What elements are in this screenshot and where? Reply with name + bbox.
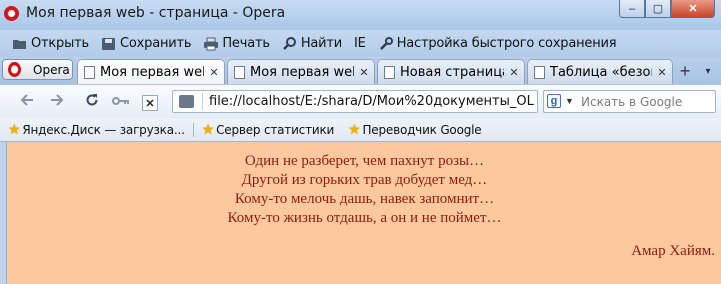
tab-3[interactable]: Новая страница 1 ✕ (377, 59, 525, 84)
bookmark-label: Сервер статистики (216, 122, 335, 137)
opera-logo-icon (8, 62, 21, 77)
star-icon: ★ (348, 121, 361, 138)
poem: Один не разберет, чем пахнут розы… Друго… (7, 152, 721, 228)
key-icon (112, 94, 130, 111)
tab-label: Моя первая web -... (250, 64, 354, 80)
open-label: Открыть (31, 36, 90, 51)
star-icon: ★ (201, 121, 215, 138)
bookmark-stats-server[interactable]: ★ Сервер статистики (201, 121, 335, 138)
reload-button[interactable] (83, 93, 101, 111)
page-icon (234, 65, 245, 79)
bookmark-label: Яндекс.Диск — загрузка... (22, 122, 185, 137)
bookmark-label: Переводчик Google (362, 122, 482, 137)
page-icon (384, 65, 395, 79)
print-button[interactable]: Печать (203, 36, 270, 51)
title-bar: Моя первая web - страница - Opera ‒ ▢ ✕ (0, 0, 721, 30)
quick-save-settings-button[interactable]: Настройка быстрого сохранения (378, 36, 617, 51)
poem-line: Один не разберет, чем пахнут розы… (244, 153, 485, 169)
close-icon[interactable]: ✕ (507, 65, 521, 79)
magnifier-icon (282, 36, 298, 51)
ie-button[interactable]: IE (354, 36, 366, 51)
search-box[interactable]: g ▼ Искать в Google (543, 90, 716, 113)
save-button[interactable]: Сохранить (101, 36, 192, 51)
save-icon (101, 37, 117, 51)
tab-label: Таблица «безопа... (550, 64, 652, 80)
print-label: Печать (222, 36, 270, 51)
tab-list-button[interactable]: ▾ (700, 63, 716, 79)
star-icon: ★ (8, 121, 21, 138)
find-label: Найти (300, 36, 343, 51)
page-icon (534, 65, 545, 79)
quick-toolbar: Открыть Сохранить Печать Найти IE Настро… (0, 30, 721, 57)
printer-icon (203, 37, 219, 51)
wand-button[interactable] (112, 93, 130, 111)
arrow-left-icon (19, 93, 35, 111)
window-title: Моя первая web - страница - Opera (26, 5, 286, 21)
google-icon[interactable]: g (547, 94, 561, 108)
window-controls: ‒ ▢ ✕ (619, 0, 715, 18)
address-bar[interactable]: file://localhost/E:/shara/D/Мои%20докуме… (172, 90, 538, 113)
stop-button[interactable]: ✕ (142, 95, 158, 111)
page-content: Один не разберет, чем пахнут розы… Друго… (6, 142, 721, 284)
page-info-icon (179, 95, 194, 108)
close-icon[interactable]: ✕ (655, 65, 669, 79)
ie-label: IE (354, 36, 366, 51)
address-input[interactable]: file://localhost/E:/shara/D/Мои%20докуме… (209, 94, 535, 109)
poem-author: Амар Хайям. (631, 243, 715, 259)
close-button[interactable]: ✕ (671, 0, 715, 18)
find-button[interactable]: Найти (282, 36, 342, 51)
tab-1[interactable]: Моя первая web -... ✕ (77, 59, 225, 85)
close-icon[interactable]: ✕ (357, 65, 371, 79)
opera-logo-icon (4, 6, 19, 21)
minimize-button[interactable]: ‒ (619, 0, 645, 18)
close-icon[interactable]: ✕ (207, 66, 221, 80)
save-label: Сохранить (120, 36, 192, 51)
poem-line: Кому-то жизнь отдашь, а он и не поймет… (227, 210, 502, 226)
open-button[interactable]: Открыть (12, 36, 89, 51)
poem-line: Кому-то мелочь дашь, навек запомнит… (234, 191, 495, 207)
maximize-button[interactable]: ▢ (645, 0, 671, 18)
opera-menu-button[interactable]: Opera (2, 59, 73, 80)
tab-2[interactable]: Моя первая web -... ✕ (227, 59, 375, 84)
tab-strip: Opera Моя первая web -... ✕ Моя первая w… (0, 57, 721, 85)
tab-label: Моя первая web -... (100, 65, 204, 80)
folder-icon (12, 37, 28, 51)
new-tab-button[interactable]: + (675, 61, 695, 81)
arrow-right-icon (49, 93, 65, 111)
forward-button[interactable] (48, 93, 66, 111)
bookmarks-bar: ★ Яндекс.Диск — загрузка... ★ Сервер ста… (0, 118, 721, 142)
address-separator (202, 93, 203, 110)
wrench-icon (378, 36, 394, 51)
bookmark-yandex-disk[interactable]: ★ Яндекс.Диск — загрузка... (8, 122, 185, 138)
opera-menu-label: Opera (33, 62, 70, 77)
bookmark-separator (192, 122, 194, 137)
tab-4[interactable]: Таблица «безопа... ✕ (527, 59, 673, 84)
page-icon (84, 66, 95, 79)
search-input[interactable]: Искать в Google (581, 95, 682, 109)
close-icon: ✕ (145, 97, 155, 110)
quick-save-settings-label: Настройка быстрого сохранения (396, 36, 617, 51)
chevron-down-icon[interactable]: ▼ (565, 96, 574, 106)
tab-label: Новая страница 1 (400, 64, 504, 80)
back-button[interactable] (18, 93, 36, 111)
navigation-bar: ✕ file://localhost/E:/shara/D/Мои%20доку… (0, 84, 721, 118)
reload-icon (84, 92, 100, 112)
bookmark-google-translate[interactable]: ★ Переводчик Google (348, 121, 482, 138)
poem-line: Другой из горьких трав добудет мед… (241, 172, 488, 188)
